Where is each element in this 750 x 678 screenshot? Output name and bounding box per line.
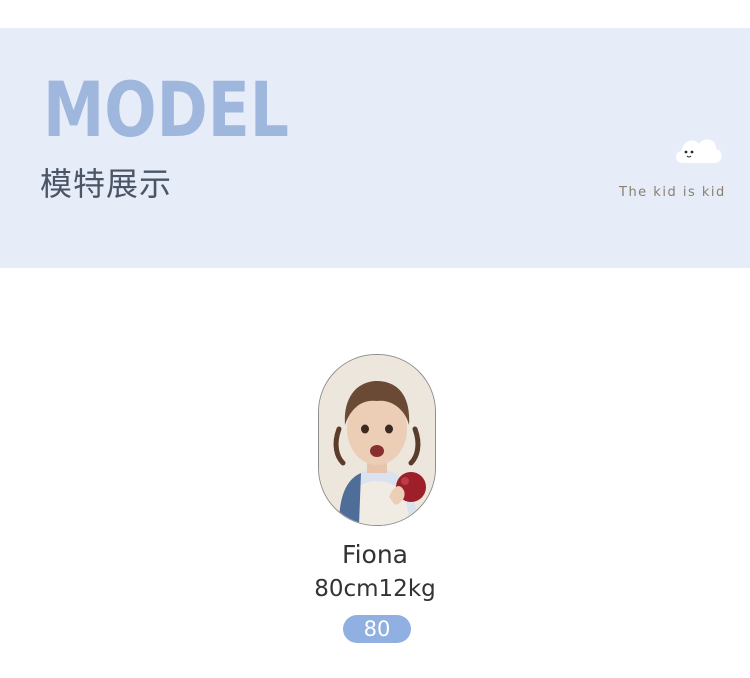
model-title-text: MODEL [43, 65, 289, 144]
section-subtitle: 模特展示 [40, 165, 173, 203]
cloud-icon [676, 139, 722, 163]
model-title: MODEL [43, 65, 289, 144]
model-stats: 80cm12kg [314, 576, 436, 602]
model-name: Fiona [342, 540, 408, 569]
model-photo [318, 354, 436, 526]
size-badge: 80 [343, 615, 411, 643]
tagline: The kid is kid [619, 185, 726, 200]
